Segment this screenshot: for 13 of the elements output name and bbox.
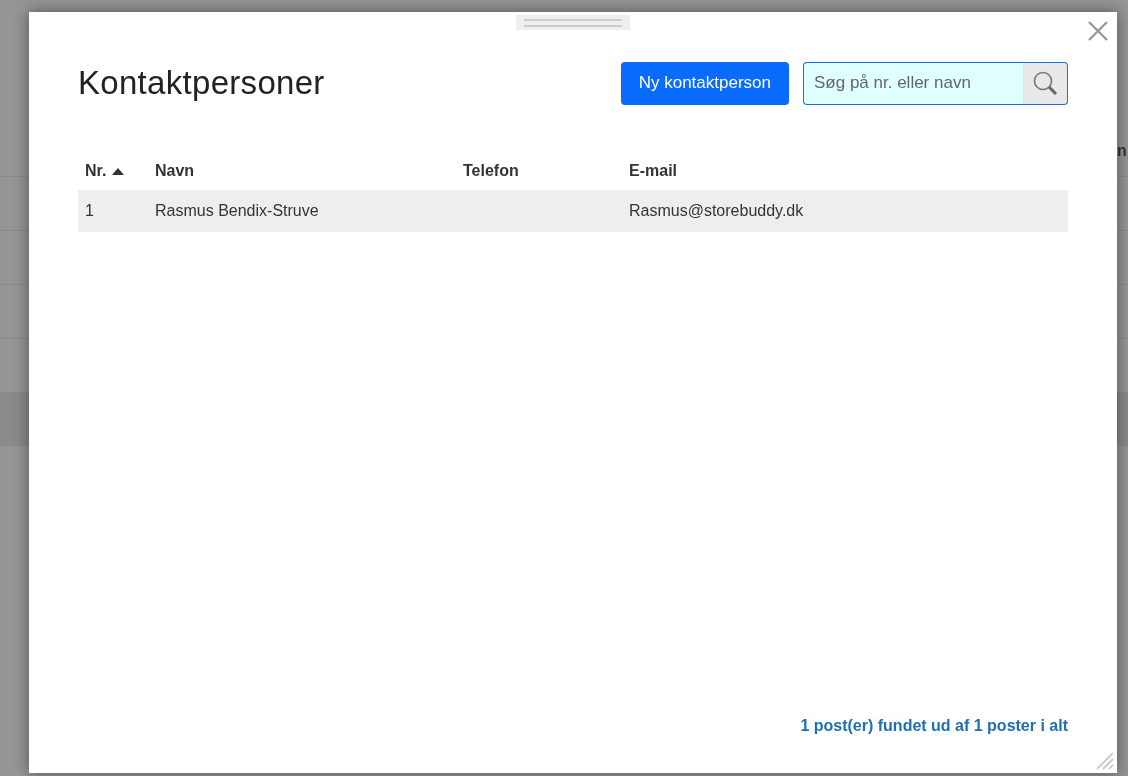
close-button[interactable] [1087,20,1109,42]
record-count: 1 post(er) fundet ud af 1 poster i alt [800,717,1068,735]
drag-handle[interactable] [516,15,630,30]
column-header[interactable]: Nr. [85,162,125,180]
column-header[interactable]: Navn [155,162,195,180]
table-cell: 1 [85,202,94,219]
column-header[interactable]: Telefon [463,162,519,180]
new-contact-button[interactable]: Ny kontaktperson [620,61,789,105]
column-header: n [1117,142,1127,160]
table-cell: Rasmus Bendix-Struve [155,202,319,219]
table-cell: Rasmus@storebuddy.dk [629,202,804,219]
dialog-title: Kontaktpersoner [78,64,326,102]
column-header[interactable]: E-mail [629,162,677,180]
